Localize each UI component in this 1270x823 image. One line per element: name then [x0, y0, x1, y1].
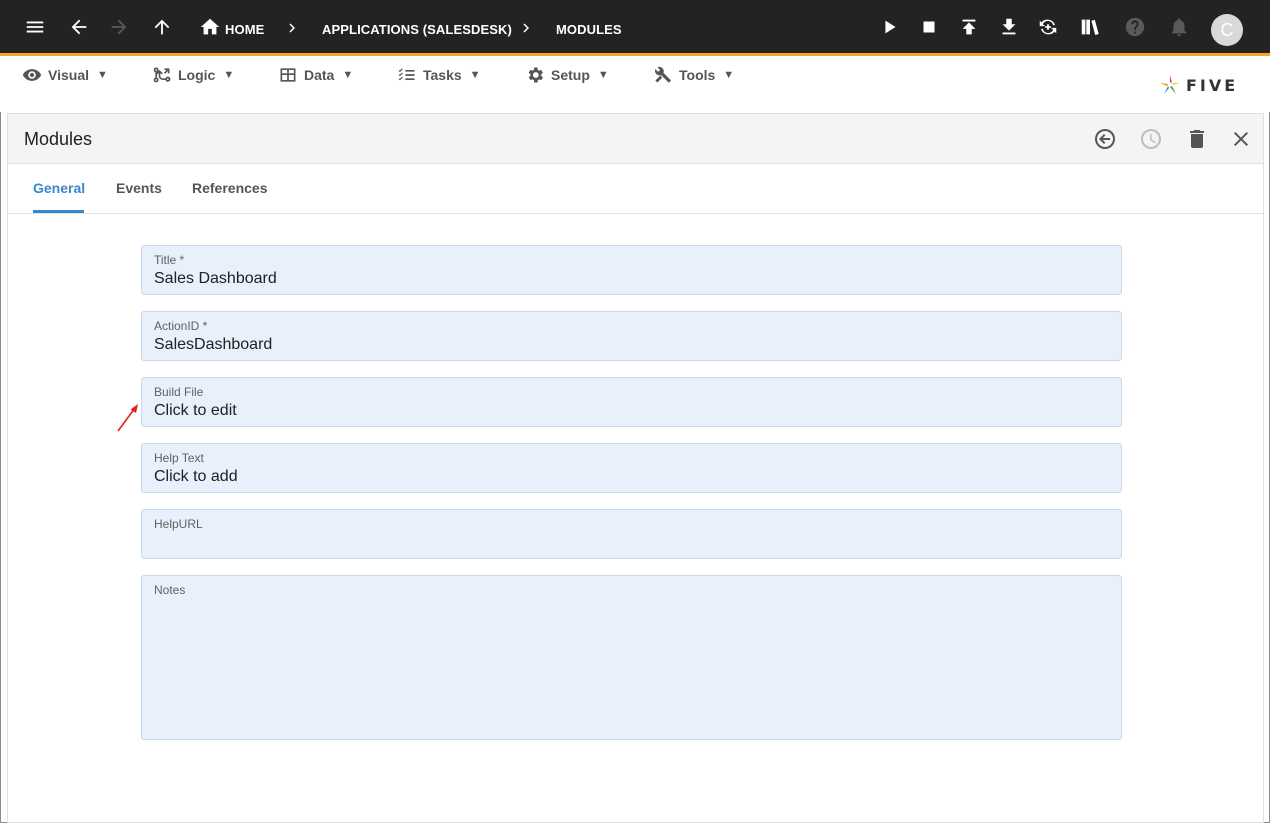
build-file-field-label: Build File [154, 385, 204, 399]
caret-down-icon: ▼ [97, 69, 108, 81]
help-url-field-label: HelpURL [154, 517, 203, 531]
menu-bar: Visual ▼ Logic ▼ Data ▼ Tasks ▼ Setup ▼ … [0, 56, 1270, 112]
home-icon[interactable] [198, 15, 222, 39]
action-id-field[interactable]: ActionID * SalesDashboard [141, 311, 1122, 361]
sync-deploy-icon[interactable] [1036, 15, 1060, 39]
back-arrow-icon[interactable] [67, 15, 91, 39]
title-field-value: Sales Dashboard [154, 270, 277, 287]
history-clock-icon[interactable] [1139, 127, 1163, 151]
back-circle-icon[interactable] [1093, 127, 1117, 151]
upload-icon[interactable] [957, 15, 981, 39]
play-icon[interactable] [878, 15, 902, 39]
notes-field[interactable]: Notes [141, 575, 1122, 740]
notes-field-label: Notes [154, 583, 186, 597]
menu-tasks[interactable]: Tasks ▼ [397, 64, 481, 86]
caret-down-icon: ▼ [342, 69, 354, 81]
menu-tools[interactable]: Tools ▼ [653, 64, 734, 86]
active-tab-indicator [33, 210, 84, 213]
tab-references[interactable]: References [192, 180, 268, 196]
menu-logic[interactable]: Logic ▼ [152, 64, 234, 86]
tab-bar: General Events References [8, 164, 1263, 214]
forward-arrow-icon[interactable] [107, 15, 131, 39]
tasks-icon [398, 68, 415, 81]
up-arrow-icon[interactable] [150, 15, 174, 39]
menu-logic-label: Logic [178, 67, 216, 83]
delete-trash-icon[interactable] [1185, 127, 1209, 151]
menu-tools-label: Tools [679, 67, 716, 83]
help-text-field[interactable]: Help Text Click to add [141, 443, 1122, 493]
tab-general[interactable]: General [33, 180, 85, 196]
caret-down-icon: ▼ [223, 69, 235, 81]
build-file-field-value: Click to edit [154, 402, 237, 419]
five-logo-mark-icon [1160, 75, 1180, 94]
help-icon[interactable] [1123, 15, 1147, 39]
menu-setup[interactable]: Setup ▼ [525, 64, 609, 86]
annotation-arrow-icon [117, 404, 138, 432]
eye-icon [22, 69, 42, 81]
five-logo: FIVE [1158, 72, 1238, 98]
breadcrumb-application[interactable]: APPLICATIONS (SALESDESK) [322, 22, 512, 37]
download-icon[interactable] [997, 15, 1021, 39]
library-books-icon[interactable] [1078, 15, 1102, 39]
menu-visual-label: Visual [48, 67, 89, 83]
caret-down-icon: ▼ [469, 69, 481, 81]
page-title: Modules [24, 129, 93, 149]
title-field-label: Title * [154, 253, 185, 267]
gear-icon [528, 67, 543, 83]
build-file-field[interactable]: Build File Click to edit [141, 377, 1122, 427]
panel-header: Modules [8, 114, 1263, 164]
action-id-field-value: SalesDashboard [154, 336, 273, 353]
chevron-right-icon [283, 19, 301, 37]
caret-down-icon: ▼ [597, 69, 609, 81]
help-text-field-label: Help Text [154, 451, 204, 465]
breadcrumb-home[interactable]: HOME [225, 22, 264, 37]
hamburger-menu-icon[interactable] [23, 15, 47, 39]
tools-icon [655, 66, 672, 83]
menu-data[interactable]: Data ▼ [278, 64, 353, 86]
close-icon[interactable] [1229, 127, 1253, 151]
tab-events[interactable]: Events [116, 180, 162, 196]
action-id-field-label: ActionID * [154, 319, 208, 333]
stop-icon[interactable] [917, 15, 941, 39]
menu-visual[interactable]: Visual ▼ [22, 64, 108, 86]
caret-down-icon: ▼ [723, 69, 735, 81]
five-logo-text: FIVE [1186, 75, 1239, 95]
help-text-field-value: Click to add [154, 468, 238, 485]
user-avatar[interactable]: C [1211, 14, 1243, 46]
breadcrumb-modules[interactable]: MODULES [556, 22, 622, 37]
help-url-field[interactable]: HelpURL [141, 509, 1122, 559]
top-bar: HOME APPLICATIONS (SALESDESK) MODULES C [0, 0, 1270, 56]
notifications-bell-icon[interactable] [1167, 15, 1191, 39]
chevron-right-icon [517, 19, 535, 37]
menu-data-label: Data [304, 67, 335, 83]
title-field[interactable]: Title * Sales Dashboard [141, 245, 1122, 295]
logic-icon [153, 67, 171, 83]
table-icon [280, 68, 296, 82]
menu-setup-label: Setup [551, 67, 590, 83]
menu-tasks-label: Tasks [423, 67, 462, 83]
